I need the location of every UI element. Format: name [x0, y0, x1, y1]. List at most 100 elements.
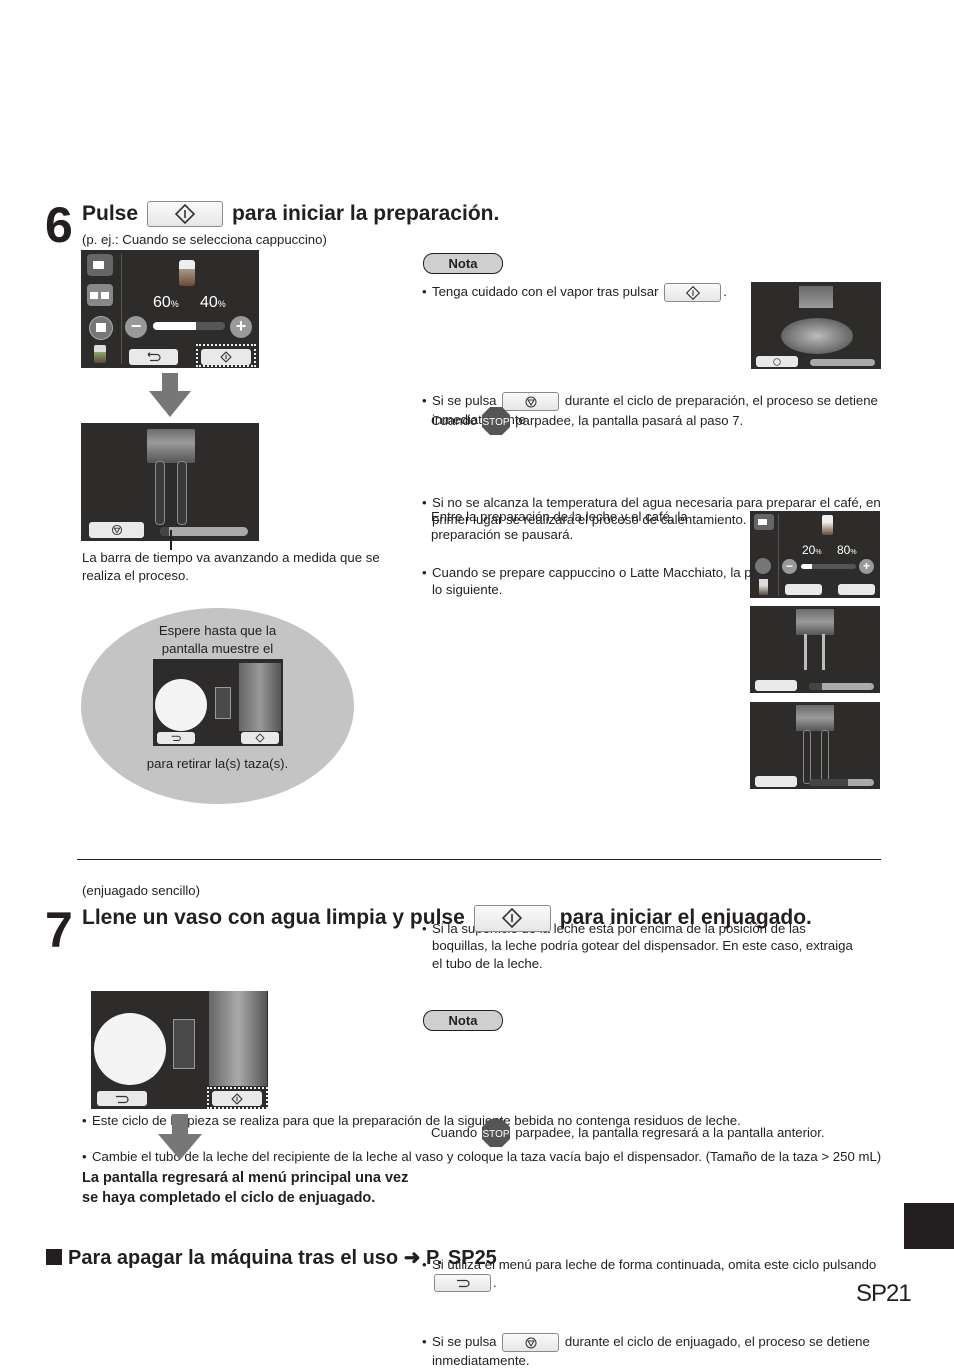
minus-button[interactable]: −: [125, 316, 147, 338]
ratio-slider[interactable]: [153, 322, 225, 330]
stop-icon: [111, 524, 122, 536]
callout-line: [170, 530, 172, 550]
step-6-number: 6: [45, 197, 73, 253]
bubble-text-3: para retirar la(s) taza(s).: [146, 756, 289, 771]
svg-text:STOP: STOP: [483, 1129, 510, 1140]
milk-percent: 20%: [802, 543, 822, 557]
mini-ratio-screen: 20% 80% − +: [750, 511, 880, 598]
back-icon: [171, 735, 181, 741]
start-button[interactable]: [241, 732, 279, 744]
progress-bar: [809, 779, 874, 786]
plus-button[interactable]: +: [859, 559, 874, 574]
down-arrow: [172, 1114, 188, 1134]
nozzle-left: [155, 461, 165, 525]
start-icon: [255, 733, 265, 743]
page-number: SP21: [856, 1280, 912, 1307]
step-7-title-before: Llene un vaso con agua limpia y pulse: [82, 906, 465, 929]
coffee-percent: 40%: [200, 294, 226, 311]
nozzle-right: [177, 461, 187, 525]
stop-button[interactable]: [89, 522, 144, 538]
stop-button-inline: [502, 1333, 560, 1353]
step-7-bullet-2: Cambie el tubo de la leche del recipient…: [82, 1148, 882, 1166]
stop-icon: [525, 1337, 537, 1349]
cup-single-icon: [87, 254, 113, 276]
dispenser-head: [796, 609, 834, 635]
mini-dispensing-screen-1: [750, 606, 880, 693]
down-arrow-head: [158, 1134, 202, 1160]
progress-bar: [809, 683, 874, 690]
glass-image: [173, 1019, 195, 1069]
progress-bar: [810, 359, 875, 366]
machine-image: [209, 991, 267, 1086]
start-button-inline: [664, 283, 722, 303]
start-icon: [502, 908, 523, 928]
nota-label: Nota: [423, 1010, 503, 1031]
section-divider: [77, 859, 881, 860]
bubble-text-1: Espere hasta que la: [158, 623, 277, 638]
ratio-slider[interactable]: [801, 564, 856, 569]
stop-button[interactable]: [756, 356, 798, 367]
bullet-square-icon: [46, 1249, 62, 1265]
back-button[interactable]: [785, 584, 822, 595]
stop-icon: [773, 357, 781, 366]
dispenser-head: [799, 286, 833, 308]
svg-text:STOP: STOP: [483, 417, 510, 428]
start-button[interactable]: [201, 349, 251, 365]
machine-image: [239, 663, 281, 731]
glass-image: [215, 687, 231, 719]
milk-tube-zoom-image: [94, 1013, 166, 1085]
nozzle-left: [803, 730, 811, 784]
stop-button[interactable]: [755, 776, 797, 787]
power-off-link[interactable]: Para apagar la máquina tras el uso ➜ P. …: [68, 1245, 497, 1270]
step-6-title-after: para iniciar la preparación.: [232, 202, 500, 225]
back-button[interactable]: [157, 732, 195, 744]
divider: [121, 254, 122, 364]
step-7-title: Llene un vaso con agua limpia y pulse pa…: [82, 904, 812, 932]
milk-tube-zoom-image: [155, 679, 207, 731]
start-button[interactable]: [212, 1091, 262, 1106]
back-icon: [116, 1095, 129, 1103]
back-icon: [456, 1279, 470, 1288]
start-button[interactable]: [838, 584, 875, 595]
divider: [778, 514, 779, 596]
note-stop-rinse-blink: Cuando STOP parpadee, la pantalla regres…: [431, 1118, 825, 1148]
cup-single-icon: [754, 514, 774, 530]
rinse-screen: [91, 991, 268, 1109]
plus-button[interactable]: +: [230, 316, 252, 338]
minus-button[interactable]: −: [782, 559, 797, 574]
nozzle-left: [804, 634, 807, 670]
note-pause: Entre la preparación de la leche y el ca…: [431, 509, 688, 542]
nozzle-right: [821, 730, 829, 784]
start-button-inline: [473, 904, 551, 932]
coffee-percent: 80%: [837, 543, 857, 557]
progress-bar: [160, 527, 248, 536]
step-6-title-before: Pulse: [82, 202, 139, 225]
chapter-tab: [904, 1203, 954, 1249]
cup-double-icon: [87, 284, 113, 306]
dispenser-head: [147, 429, 195, 463]
start-icon: [685, 285, 700, 300]
step-7-subtitle: (enjuagado sencillo): [82, 883, 201, 898]
bubble-text-2: pantalla muestre el: [161, 641, 274, 656]
cup-icon: [822, 515, 833, 535]
start-icon: [220, 351, 232, 363]
stop-button[interactable]: [755, 680, 797, 691]
note-stop-rinse: Si se pulsa durante el ciclo de enjuagad…: [422, 1333, 882, 1370]
ratio-screen: 60% 40% − +: [81, 250, 259, 368]
mini-dispensing-screen-2: [750, 702, 880, 789]
steam-cloud: [781, 318, 853, 354]
back-icon: [147, 352, 161, 362]
step-7-title-after: para iniciar el enjuagado.: [559, 906, 812, 929]
nota-label: Nota: [423, 253, 503, 274]
milk-percent: 60%: [153, 294, 179, 311]
back-button[interactable]: [97, 1091, 147, 1106]
start-icon: [175, 204, 196, 224]
milk-glass-icon: [94, 345, 106, 363]
down-arrow: [162, 373, 178, 391]
rinse-result-text: La pantalla regresará al menú principal …: [82, 1170, 409, 1206]
steam-screen: [751, 282, 881, 369]
container-icon: [89, 316, 113, 340]
remove-cup-screen: [153, 659, 283, 746]
back-button[interactable]: [129, 349, 178, 365]
start-button-inline: [147, 201, 224, 227]
